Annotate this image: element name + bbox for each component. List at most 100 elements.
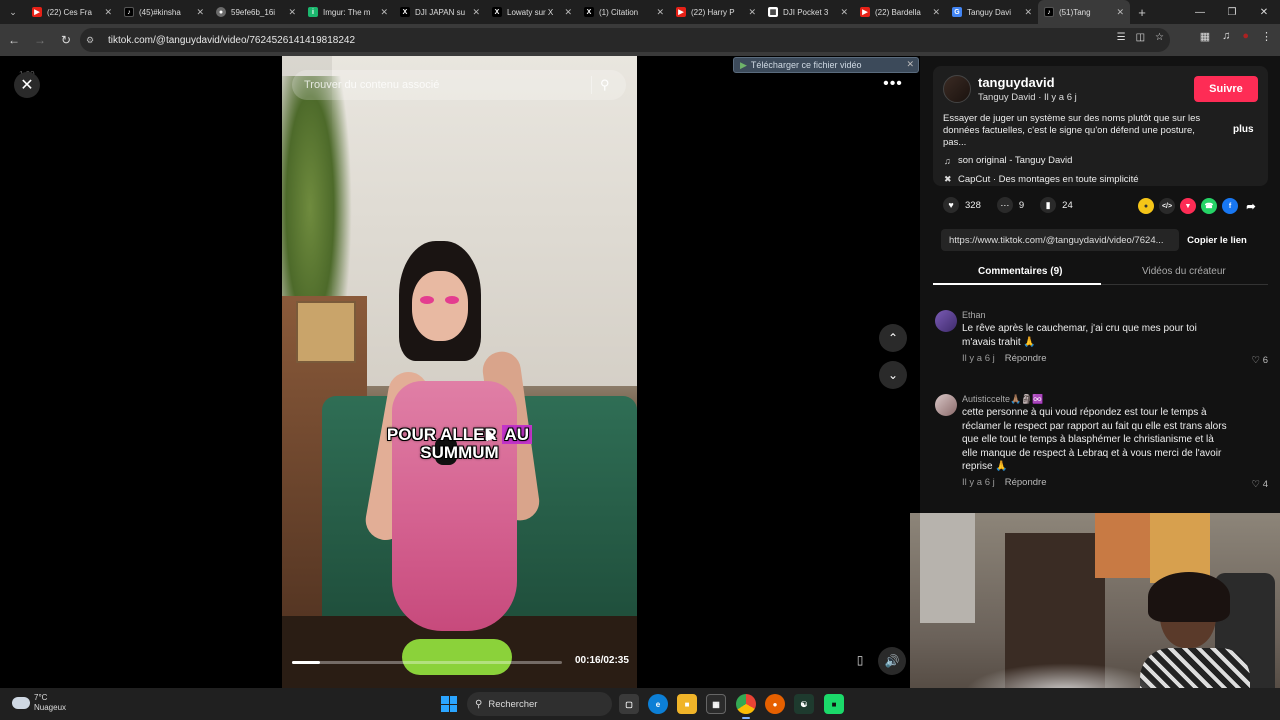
windows-start-icon[interactable] (441, 696, 457, 712)
omnibox-actions: ☰ ◫ ☆ (1117, 32, 1164, 43)
chrome-icon[interactable] (736, 694, 756, 714)
close-tab-icon[interactable]: ✕ (748, 7, 756, 18)
browser-tab[interactable]: G Tanguy Davi ✕ (946, 0, 1038, 24)
comment-like[interactable]: ♡ 4 (1252, 479, 1268, 490)
restore-icon[interactable]: ❐ (1216, 0, 1248, 24)
close-window-icon[interactable]: ✕ (1248, 0, 1280, 24)
tab-search-chevron-icon[interactable]: ⌄ (0, 0, 26, 24)
comment-author[interactable]: Autisticcelte🙏🏽🗿♾️ (962, 394, 1044, 405)
comment-like[interactable]: ♡ 6 (1252, 355, 1268, 366)
tiktok-icon: ♪ (124, 7, 134, 17)
browser-tab[interactable]: ▶ (22) Bardella ✕ (854, 0, 946, 24)
close-tab-icon[interactable]: ✕ (288, 7, 296, 18)
download-video-bar[interactable]: ▶ Télécharger ce fichier vidéo ✕ (733, 57, 919, 73)
browser-tab[interactable]: ▶ (22) Ces Fra ✕ (26, 0, 118, 24)
browser-tab[interactable]: ♪ (45)#kinsha ✕ (118, 0, 210, 24)
share-arrow-icon[interactable]: ➦ (1243, 198, 1259, 214)
comment-avatar[interactable] (935, 394, 957, 416)
browser-tab[interactable]: ▦ DJI Pocket 3 ✕ (762, 0, 854, 24)
like-heart-icon[interactable]: ♥ (943, 197, 959, 213)
tab-comments[interactable]: Commentaires (9) (978, 266, 1062, 277)
previous-video-button[interactable]: ⌃ (879, 324, 907, 352)
browser-tab[interactable]: X Lowaty sur X ✕ (486, 0, 578, 24)
forward-icon[interactable]: → (28, 28, 52, 52)
browser-tab[interactable]: ♪ (51)Tang ✕ (1038, 0, 1130, 24)
close-tab-icon[interactable]: ✕ (656, 7, 664, 18)
search-icon[interactable]: ⚲ (600, 77, 616, 93)
game-app-icon[interactable]: ■ (824, 694, 844, 714)
weather-widget[interactable]: 7°C Nuageux (12, 693, 66, 713)
back-icon[interactable]: ← (2, 28, 26, 52)
more-description-link[interactable]: plus (1233, 124, 1254, 135)
browser-tab[interactable]: X (1) Citation ✕ (578, 0, 670, 24)
new-tab-button[interactable]: + (1130, 5, 1154, 20)
facebook-icon[interactable]: f (1222, 198, 1238, 214)
file-explorer-icon[interactable]: ■ (677, 694, 697, 714)
reply-button[interactable]: Répondre (1005, 477, 1047, 488)
post-link-field[interactable]: https://www.tiktok.com/@tanguydavid/vide… (941, 229, 1179, 251)
taskbar-search[interactable]: ⚲ Rechercher (467, 692, 612, 716)
close-download-icon[interactable]: ✕ (906, 59, 914, 70)
next-video-button[interactable]: ⌄ (879, 361, 907, 389)
capcut-row[interactable]: ✖ CapCut · Des montages en toute simplic… (944, 174, 1139, 185)
coin-icon[interactable]: ● (1138, 198, 1154, 214)
app-icon[interactable]: ☯ (794, 694, 814, 714)
more-options-icon[interactable]: ••• (880, 74, 906, 94)
browser-tab[interactable]: ▶ (22) Harry P ✕ (670, 0, 762, 24)
tab-title: (22) Harry P (691, 7, 735, 17)
reload-icon[interactable]: ↻ (54, 28, 78, 52)
close-tab-icon[interactable]: ✕ (932, 7, 940, 18)
extensions-icon[interactable]: ▦ (1200, 30, 1210, 43)
browser-tab[interactable]: ● 59efe6b_16i ✕ (210, 0, 302, 24)
close-tab-icon[interactable]: ✕ (1116, 7, 1124, 18)
close-tab-icon[interactable]: ✕ (472, 7, 480, 18)
music-row[interactable]: ♫ son original - Tanguy David (944, 155, 1072, 166)
video-progress-bar[interactable] (292, 661, 562, 664)
copy-link-button[interactable]: Copier le lien (1182, 229, 1252, 251)
comment-count: 9 (1018, 199, 1025, 211)
tab-creator-videos[interactable]: Vidéos du créateur (1142, 266, 1226, 277)
bookmark-icon[interactable]: ▮ (1040, 197, 1057, 213)
embed-icon[interactable]: </> (1159, 198, 1175, 214)
comment-icon[interactable]: ⋯ (996, 197, 1013, 213)
tab-title: Lowaty sur X (507, 7, 554, 17)
task-view-icon[interactable]: ▢ (619, 694, 639, 714)
minimize-icon[interactable]: — (1184, 0, 1216, 24)
store-icon[interactable]: ▦ (706, 694, 726, 714)
site-info-icon[interactable]: ⚙ (86, 35, 102, 46)
close-tab-icon[interactable]: ✕ (196, 7, 204, 18)
related-search-bar[interactable]: Trouver du contenu associé ⚲ (292, 70, 626, 100)
creator-avatar[interactable] (943, 75, 971, 103)
install-icon[interactable]: ◫ (1136, 32, 1145, 43)
comment-author[interactable]: Ethan (962, 310, 986, 320)
close-tab-icon[interactable]: ✕ (104, 7, 112, 18)
video-player[interactable]: Trouver du contenu associé ⚲ POUR ALLER … (282, 56, 637, 688)
follow-button[interactable]: Suivre (1194, 76, 1258, 102)
edge-icon[interactable]: e (648, 694, 668, 714)
browser-tab[interactable]: i Imgur: The m ✕ (302, 0, 394, 24)
google-icon: G (952, 7, 962, 17)
close-tab-icon[interactable]: ✕ (564, 7, 572, 18)
close-video-button[interactable]: ✕ (14, 72, 40, 98)
comment-avatar[interactable] (935, 310, 957, 332)
send-icon[interactable]: ▼ (1180, 198, 1196, 214)
whatsapp-icon[interactable]: ☎ (1201, 198, 1217, 214)
download-label: Télécharger ce fichier vidéo (750, 60, 862, 70)
close-tab-icon[interactable]: ✕ (1024, 7, 1032, 18)
browser-tab[interactable]: X DJI JAPAN su ✕ (394, 0, 486, 24)
menu-dots-icon[interactable]: ⋮ (1261, 30, 1272, 43)
picture-in-picture-icon[interactable]: ▯ (850, 650, 870, 670)
profile-icon[interactable]: ● (1242, 30, 1249, 43)
close-tab-icon[interactable]: ✕ (380, 7, 388, 18)
creator-username[interactable]: tanguydavid (978, 75, 1055, 90)
translate-icon[interactable]: ☰ (1117, 32, 1126, 43)
url-text[interactable]: tiktok.com/@tanguydavid/video/7624526141… (108, 35, 355, 46)
capcut-label: CapCut · Des montages en toute simplicit… (958, 174, 1139, 185)
reply-button[interactable]: Répondre (1005, 353, 1047, 364)
media-icon[interactable]: ♫ (1222, 30, 1230, 43)
omnibox[interactable]: ⚙ tiktok.com/@tanguydavid/video/76245261… (80, 28, 1170, 52)
firefox-icon[interactable]: ● (765, 694, 785, 714)
bookmark-star-icon[interactable]: ☆ (1155, 32, 1164, 43)
volume-icon[interactable]: 🔊 (878, 647, 906, 675)
close-tab-icon[interactable]: ✕ (840, 7, 848, 18)
